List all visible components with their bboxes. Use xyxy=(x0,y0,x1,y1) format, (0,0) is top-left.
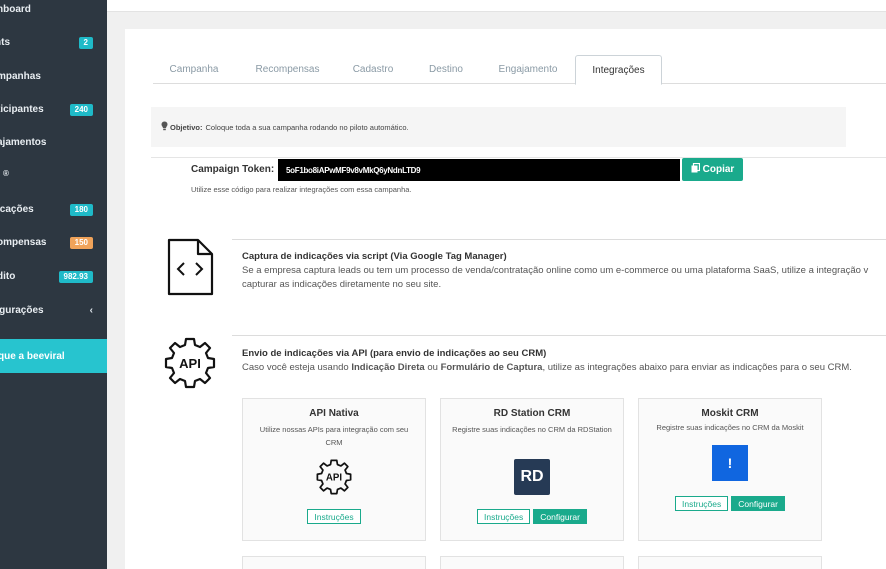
count-badge: 2 xyxy=(78,36,93,49)
sidebar-item-registered[interactable]: ® xyxy=(0,157,107,190)
sidebar: hboard hts 2 mpanhas ticipantes 240 ajam… xyxy=(0,0,107,569)
instructions-button[interactable]: Instruções xyxy=(477,509,531,524)
tab-engajamento[interactable]: Engajamento xyxy=(483,55,573,84)
integration-card xyxy=(242,556,426,569)
desc-bold: Indicação Direta xyxy=(351,362,425,373)
sidebar-item-engajamentos[interactable]: ajamentos xyxy=(0,126,107,159)
sidebar-item-campanhas[interactable]: mpanhas xyxy=(0,60,107,93)
count-badge: 180 xyxy=(69,203,93,216)
api-logo-text: API xyxy=(326,472,342,483)
configure-button[interactable]: Configurar xyxy=(731,496,785,511)
count-badge: 982.93 xyxy=(58,270,93,283)
integration-card xyxy=(638,556,822,569)
registered-icon: ® xyxy=(3,169,9,178)
script-section-title: Captura de indicações via script (Via Go… xyxy=(242,251,507,262)
token-label: Campaign Token: xyxy=(191,164,275,175)
sidebar-item-label: figurações xyxy=(0,305,44,316)
tab-label: Destino xyxy=(429,64,463,75)
integration-card-moskit: Moskit CRM Registre suas indicações no C… xyxy=(638,398,822,541)
api-section-title: Envio de indicações via API (para envio … xyxy=(242,348,547,359)
token-field[interactable]: 5oF1bo8iAPwMF9v8vMkQ6yNdnLTD9 xyxy=(278,159,680,181)
api-section-desc: Caso você esteja usando Indicação Direta… xyxy=(242,361,886,375)
tab-campanha[interactable]: Campanha xyxy=(153,55,235,84)
count-badge: 240 xyxy=(69,103,93,116)
sidebar-item-label: mpanhas xyxy=(0,71,41,82)
moskit-logo: ! xyxy=(712,445,748,481)
sidebar-item-participantes[interactable]: ticipantes 240 xyxy=(0,93,107,126)
sidebar-item-indicacoes[interactable]: icações 180 xyxy=(0,193,107,226)
tab-label: Engajamento xyxy=(498,64,558,75)
card-title: API Nativa xyxy=(309,408,359,419)
sidebar-item-label: icações xyxy=(0,204,34,215)
objective-text: Coloque toda a sua campanha rodando no p… xyxy=(205,122,409,132)
tab-label: Recompensas xyxy=(255,64,320,75)
card-title: Moskit CRM xyxy=(701,408,759,419)
desc-text: , utilize as integrações abaixo para env… xyxy=(542,362,852,373)
script-section-desc: capturar as indicações diretamente no se… xyxy=(242,279,442,290)
sidebar-item-label: ticipantes xyxy=(0,104,44,115)
sidebar-item-dashboard[interactable]: hboard xyxy=(0,0,107,26)
token-help-text: Utilize esse código para realizar integr… xyxy=(191,185,412,194)
copy-button[interactable]: Copiar xyxy=(682,158,743,181)
sidebar-item-label: ajamentos xyxy=(0,137,47,148)
integration-card-rd-station: RD Station CRM Registre suas indicações … xyxy=(440,398,624,541)
sidebar-item-insights[interactable]: hts 2 xyxy=(0,26,107,59)
card-desc: Registre suas indicações no CRM da RDSta… xyxy=(452,425,612,434)
api-icon-text: API xyxy=(179,356,201,371)
tab-destino[interactable]: Destino xyxy=(413,55,479,84)
sidebar-cta[interactable]: que a beeviral xyxy=(0,339,107,373)
card-desc: Registre suas indicações no CRM da Moski… xyxy=(656,423,804,432)
rd-station-logo: RD xyxy=(514,459,550,495)
instructions-button[interactable]: Instruções xyxy=(675,496,729,511)
divider xyxy=(232,335,886,336)
objective-box: Objetivo: Coloque toda a sua campanha ro… xyxy=(151,107,846,147)
tab-cadastro[interactable]: Cadastro xyxy=(338,55,408,84)
sidebar-item-recompensas[interactable]: ompensas 150 xyxy=(0,226,107,259)
card-desc: Utilize nossas APIs para integração com … xyxy=(259,425,409,447)
integration-card-api-nativa: API Nativa Utilize nossas APIs para inte… xyxy=(242,398,426,541)
sidebar-item-label: ompensas xyxy=(0,237,47,248)
tab-integracoes[interactable]: Integrações xyxy=(575,55,662,85)
copy-icon xyxy=(691,162,700,176)
tab-label: Integrações xyxy=(592,64,645,76)
api-gear-icon: API xyxy=(164,337,216,394)
chevron-left-icon: ‹ xyxy=(89,305,93,316)
tab-label: Campanha xyxy=(169,64,219,75)
tab-recompensas[interactable]: Recompensas xyxy=(240,55,335,84)
instructions-button[interactable]: Instruções xyxy=(307,509,361,524)
tab-label: Cadastro xyxy=(352,64,394,75)
rd-logo-text: RD xyxy=(514,459,550,495)
copy-button-label: Copiar xyxy=(702,164,735,175)
api-gear-icon: API xyxy=(316,459,352,500)
card-title: RD Station CRM xyxy=(493,408,571,419)
desc-bold: Formulário de Captura xyxy=(440,362,543,373)
desc-text: ou xyxy=(424,362,441,373)
desc-text: Caso você esteja usando xyxy=(242,362,352,373)
divider xyxy=(232,239,886,240)
divider xyxy=(151,157,886,158)
count-badge: 150 xyxy=(69,236,93,249)
moskit-logo-text: ! xyxy=(712,445,748,481)
sidebar-item-credito[interactable]: dito 982.93 xyxy=(0,260,107,293)
script-section-desc: Se a empresa captura leads ou tem um pro… xyxy=(242,265,869,276)
top-bar xyxy=(107,0,886,12)
lightbulb-icon xyxy=(161,121,168,133)
sidebar-item-label: hboard xyxy=(0,4,31,15)
objective-label: Objetivo: xyxy=(170,122,203,132)
integration-card xyxy=(440,556,624,569)
sidebar-cta-label: que a beeviral xyxy=(0,350,65,362)
code-file-icon xyxy=(165,237,215,302)
configure-button[interactable]: Configurar xyxy=(533,509,587,524)
sidebar-item-label: hts xyxy=(0,37,10,48)
sidebar-item-label: dito xyxy=(0,271,16,282)
tab-bar: Campanha Recompensas Cadastro Destino En… xyxy=(153,55,886,85)
sidebar-item-configuracoes[interactable]: figurações ‹ xyxy=(0,294,107,327)
